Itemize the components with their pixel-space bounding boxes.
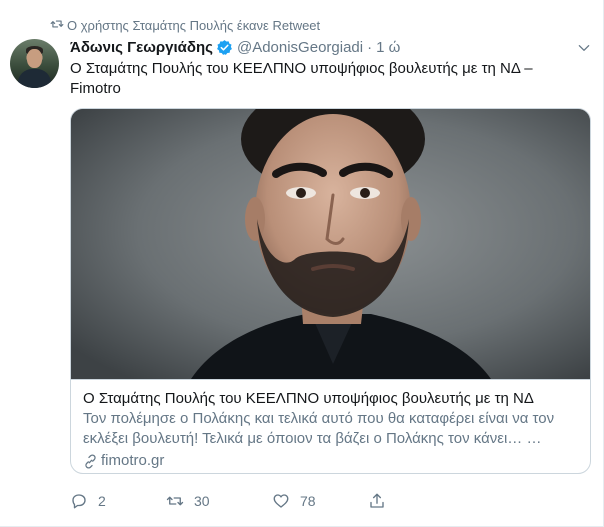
retweet-context[interactable]: Ο χρήστης Σταμάτης Πουλής έκανε Retweet — [50, 16, 320, 34]
tweet-header: Άδωνις Γεωργιάδης @AdonisGeorgiadi · 1 ώ — [70, 37, 400, 57]
reply-count: 2 — [98, 493, 106, 509]
share-button[interactable] — [368, 490, 386, 512]
card-domain: fimotro.gr — [83, 451, 578, 471]
retweet-context-text: Ο χρήστης Σταμάτης Πουλής έκανε Retweet — [67, 17, 321, 33]
tweet-text: Ο Σταμάτης Πουλής του ΚΕΕΛΠΝΟ υποψήφιος … — [70, 60, 533, 97]
heart-icon — [273, 494, 289, 508]
share-icon — [370, 493, 384, 508]
like-button[interactable]: 78 — [272, 490, 316, 512]
tweet[interactable]: Ο χρήστης Σταμάτης Πουλής έκανε Retweet … — [0, 0, 604, 527]
like-count: 78 — [300, 493, 316, 509]
verified-badge-icon — [217, 39, 232, 55]
avatar[interactable] — [10, 39, 59, 88]
portrait-photo — [71, 109, 590, 379]
retweet-button[interactable]: 30 — [166, 490, 210, 512]
card-body: Ο Σταμάτης Πουλής του ΚΕΕΛΠΝΟ υποψήφιος … — [71, 379, 590, 473]
reply-icon — [72, 494, 86, 509]
retweet-action-icon — [166, 496, 184, 506]
tweet-timestamp[interactable]: 1 ώ — [376, 39, 400, 56]
link-icon — [85, 453, 96, 469]
card-image — [71, 109, 590, 379]
link-preview-card[interactable]: Ο Σταμάτης Πουλής του ΚΕΕΛΠΝΟ υποψήφιος … — [70, 108, 591, 474]
retweet-icon — [50, 20, 64, 28]
retweet-count: 30 — [194, 493, 210, 509]
author-handle[interactable]: @AdonisGeorgiadi — [237, 39, 363, 56]
card-title: Ο Σταμάτης Πουλής του ΚΕΕΛΠΝΟ υποψήφιος … — [83, 390, 534, 407]
author-name[interactable]: Άδωνις Γεωργιάδης — [70, 39, 213, 56]
card-description: Τον πολέμησε ο Πολάκης και τελικά αυτό π… — [83, 410, 555, 447]
reply-button[interactable]: 2 — [70, 490, 106, 512]
card-domain-text: fimotro.gr — [101, 452, 165, 469]
separator-dot: · — [367, 38, 373, 56]
chevron-down-icon[interactable] — [577, 41, 591, 55]
